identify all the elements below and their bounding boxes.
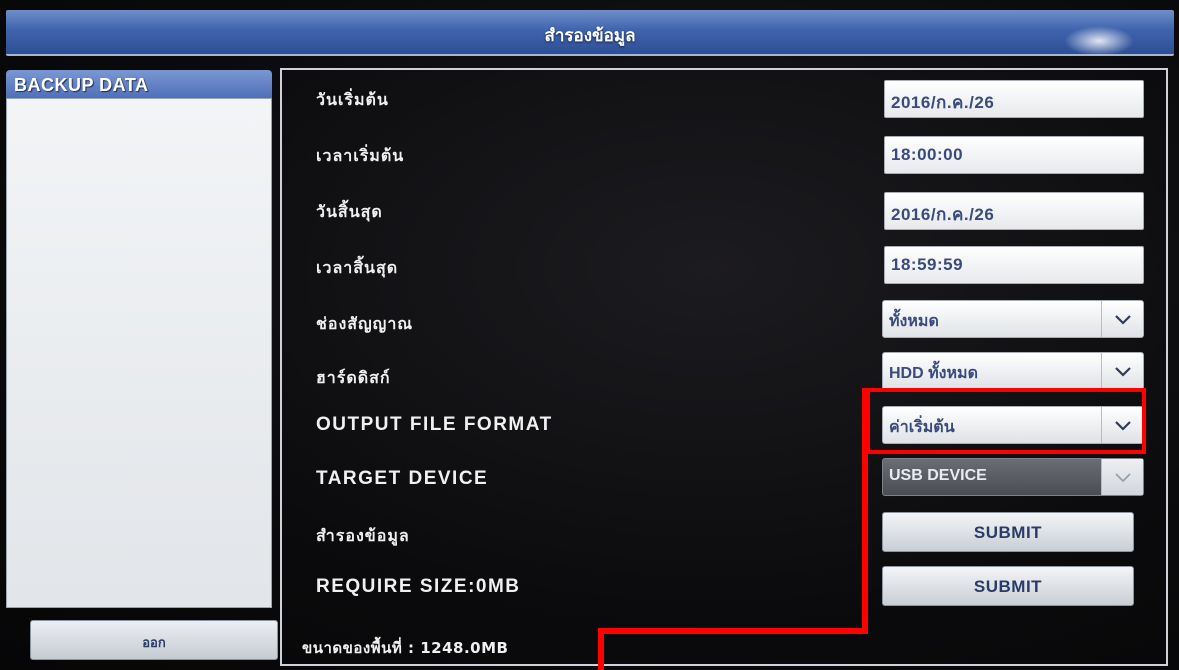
window-title: สำรองข้อมูล: [544, 26, 636, 46]
sidebar-tab-backup-data[interactable]: BACKUP DATA: [6, 70, 272, 98]
highlight-box: [866, 388, 1146, 454]
chevron-down-icon: [1101, 301, 1143, 337]
require-size-submit-button[interactable]: SUBMIT: [882, 566, 1134, 606]
highlight-vertical-line: [862, 388, 868, 634]
target-device-select[interactable]: USB DEVICE: [882, 458, 1144, 496]
start-date-field[interactable]: 2016/ก.ค./26: [884, 80, 1144, 118]
backup-label: สำรองข้อมูล: [316, 526, 410, 545]
require-size-label: REQUIRE SIZE:0MB: [316, 576, 521, 597]
channel-value: ทั้งหมด: [889, 313, 939, 330]
start-time-field[interactable]: 18:00:00: [884, 136, 1144, 174]
backup-submit-label: SUBMIT: [973, 523, 1043, 542]
start-date-label: วันเริ่มต้น: [316, 90, 389, 109]
end-time-field[interactable]: 18:59:59: [884, 246, 1144, 284]
highlight-horizontal-line: [598, 628, 868, 634]
harddisk-label: ฮาร์ดดิสก์: [316, 368, 391, 387]
free-space-text: ขนาดของพื้นที่ : 1248.0MB: [302, 639, 509, 657]
highlight-drop-line: [598, 628, 604, 670]
exit-button-label: ออก: [142, 636, 166, 651]
chevron-down-icon: [1101, 353, 1143, 389]
channel-select[interactable]: ทั้งหมด: [882, 300, 1144, 338]
chevron-down-icon: [1101, 459, 1143, 495]
title-bar: สำรองข้อมูล: [6, 10, 1174, 56]
start-time-label: เวลาเริ่มต้น: [316, 146, 405, 165]
end-date-field[interactable]: 2016/ก.ค./26: [884, 192, 1144, 230]
start-time-value: 18:00:00: [891, 145, 964, 164]
end-date-label: วันสิ้นสุด: [316, 202, 383, 221]
channel-label: ช่องสัญญาณ: [316, 314, 414, 333]
require-size-submit-label: SUBMIT: [973, 577, 1043, 596]
screen-glare: [1064, 26, 1134, 56]
end-time-value: 18:59:59: [891, 255, 964, 274]
sidebar-list[interactable]: [6, 98, 272, 608]
harddisk-value: HDD ทั้งหมด: [889, 365, 978, 382]
start-date-value: 2016/ก.ค./26: [891, 93, 995, 112]
output-format-label: OUTPUT FILE FORMAT: [316, 414, 553, 435]
target-device-value: USB DEVICE: [889, 467, 987, 484]
end-time-label: เวลาสิ้นสุด: [316, 258, 399, 277]
end-date-value: 2016/ก.ค./26: [891, 205, 995, 224]
exit-button[interactable]: ออก: [30, 620, 278, 660]
backup-submit-button[interactable]: SUBMIT: [882, 512, 1134, 552]
sidebar-tab-label: BACKUP DATA: [14, 75, 149, 95]
target-device-label: TARGET DEVICE: [316, 468, 489, 489]
harddisk-select[interactable]: HDD ทั้งหมด: [882, 352, 1144, 390]
